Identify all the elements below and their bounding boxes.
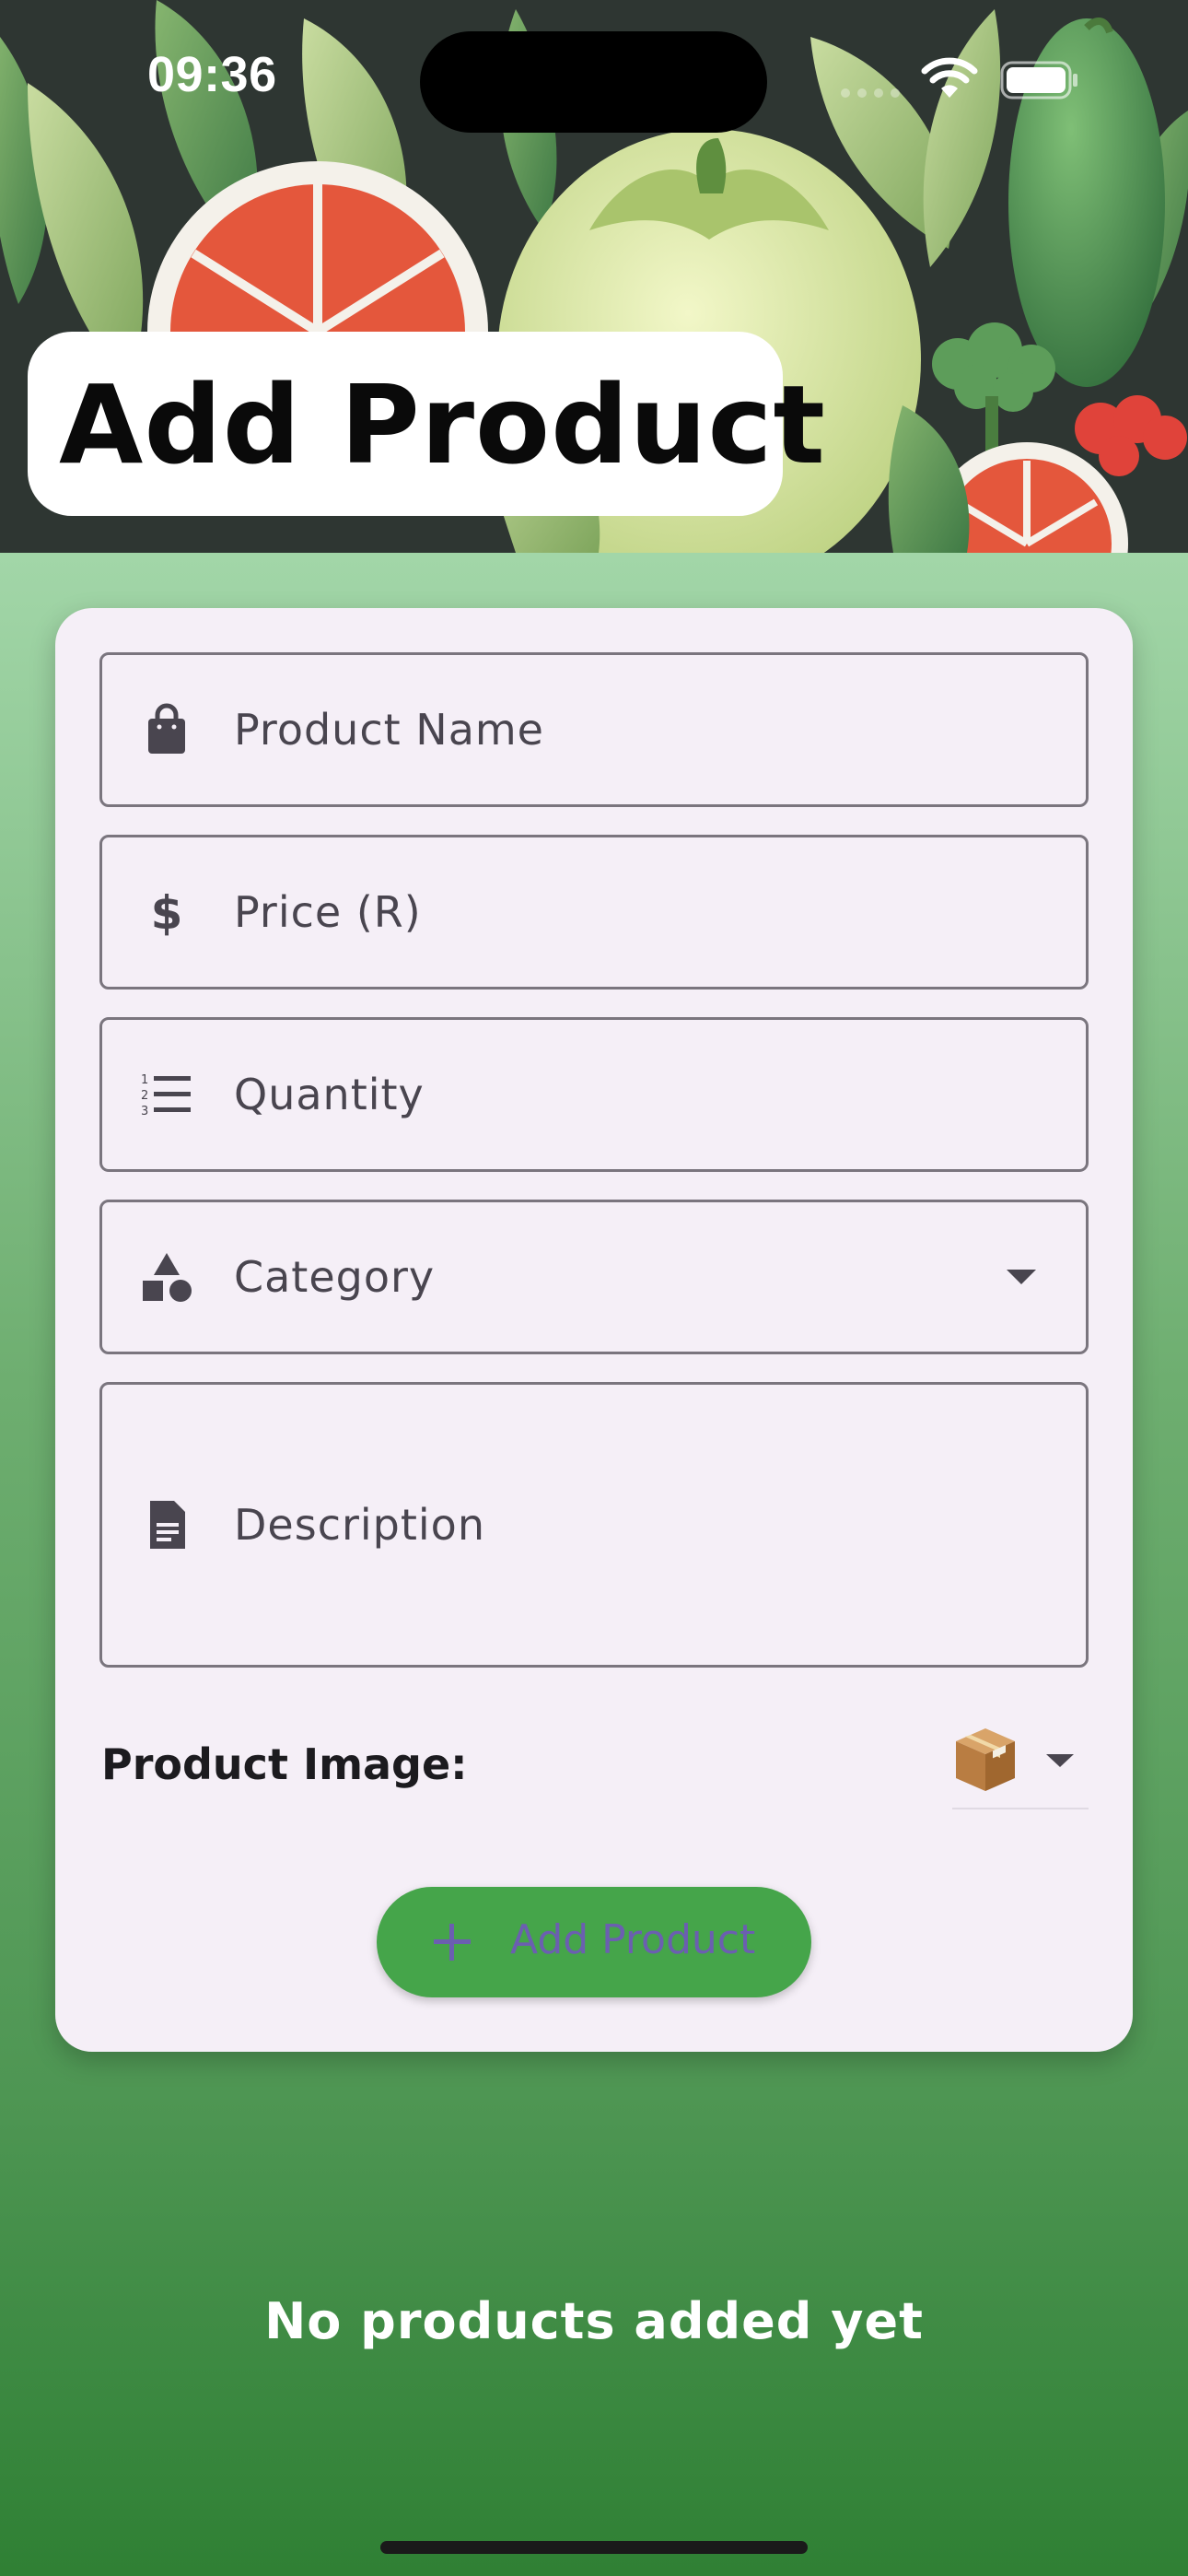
category-shapes-icon	[143, 1253, 192, 1302]
page-title: Add Product	[59, 361, 826, 488]
shopping-bag-icon	[148, 703, 185, 754]
home-indicator[interactable]	[380, 2541, 808, 2554]
plus-icon	[434, 1924, 471, 1961]
dollar-icon: $	[151, 886, 183, 940]
price-field[interactable]: $ Price (R)	[99, 835, 1089, 989]
product-image-dropdown[interactable]	[952, 1721, 1089, 1809]
empty-products-message: No products added yet	[264, 2292, 924, 2350]
description-label: Description	[234, 1500, 485, 1550]
svg-text:$: $	[151, 886, 183, 940]
quantity-field[interactable]: 1 2 3 Quantity	[99, 1017, 1089, 1172]
page-title-chip: Add Product	[28, 332, 825, 516]
wifi-icon	[921, 57, 978, 98]
document-icon	[150, 1501, 185, 1549]
numbered-list-icon: 1 2 3	[141, 1073, 191, 1118]
add-product-form-card: Product Name $ Price (R) 1 2 3 Quantity …	[55, 608, 1133, 2052]
product-name-field[interactable]: Product Name	[99, 652, 1089, 807]
add-product-button-label: Add Product	[510, 1916, 756, 1963]
category-dropdown[interactable]: Category	[99, 1200, 1089, 1354]
battery-icon	[1000, 61, 1077, 100]
status-bar-time: 09:36	[147, 47, 277, 102]
quantity-label: Quantity	[234, 1070, 425, 1119]
signal-icon	[841, 88, 900, 98]
product-image-label: Product Image:	[101, 1739, 468, 1789]
svg-text:3: 3	[141, 1105, 148, 1118]
svg-text:1: 1	[141, 1073, 148, 1087]
package-box-icon	[956, 1728, 1015, 1791]
chevron-down-icon	[1007, 1270, 1036, 1284]
description-field[interactable]: Description	[99, 1382, 1089, 1668]
price-label: Price (R)	[234, 887, 422, 937]
svg-text:2: 2	[141, 1089, 148, 1103]
category-label: Category	[234, 1252, 436, 1302]
chevron-down-icon	[1046, 1754, 1074, 1767]
product-name-label: Product Name	[234, 705, 544, 755]
add-product-button[interactable]: Add Product	[377, 1887, 811, 1997]
dynamic-island	[420, 31, 767, 133]
